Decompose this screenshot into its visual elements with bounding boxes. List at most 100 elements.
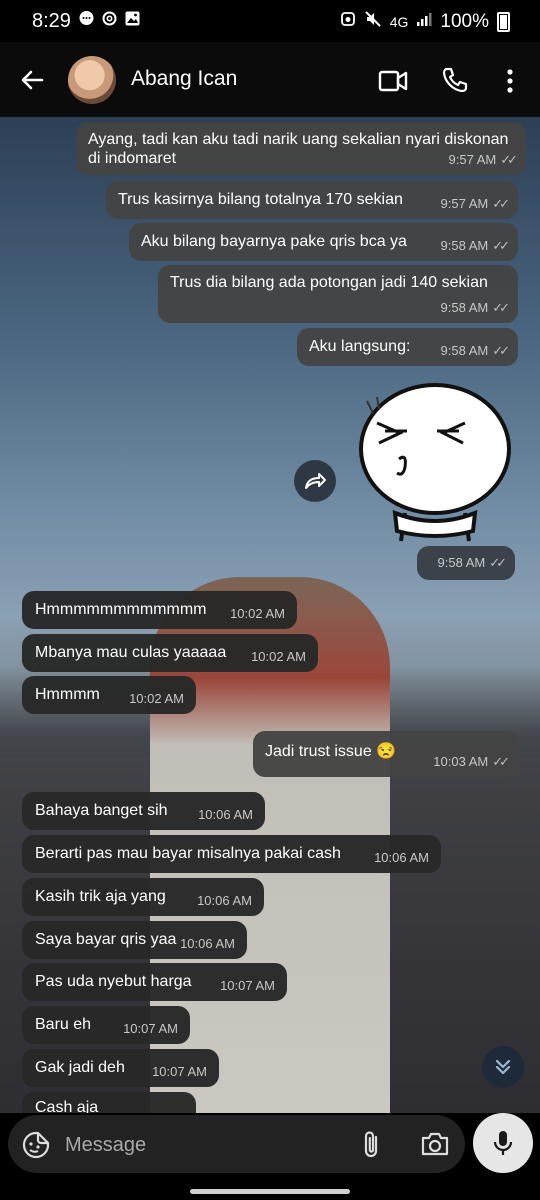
message-bubble-incoming[interactable]: Kasih trik aja yang 10:06 AM <box>22 878 264 916</box>
attach-button[interactable] <box>360 1129 382 1161</box>
read-receipt-icon: ✓✓ <box>492 238 510 253</box>
notification-icons <box>78 10 141 32</box>
message-text: Pas uda nyebut harga <box>35 973 192 990</box>
message-time: 9:58 AM <box>440 238 489 253</box>
message-bubble-outgoing[interactable]: Ayang, tadi kan aku tadi narik uang seka… <box>76 122 526 175</box>
message-time: 10:03 AM <box>433 754 489 769</box>
alarm-icon <box>340 11 356 33</box>
message-text: Hmmmm <box>35 686 100 703</box>
message-text: Baru eh <box>35 1016 92 1033</box>
forward-button[interactable] <box>294 460 336 502</box>
message-text: Berarti pas mau bayar misalnya pakai cas… <box>35 845 341 862</box>
message-text: Trus kasirnya bilang totalnya 170 sekian <box>118 191 403 208</box>
voice-record-button[interactable] <box>473 1113 533 1173</box>
message-time: 10:07 AM <box>220 978 275 993</box>
read-receipt-icon: ✓✓ <box>492 343 510 358</box>
composer-bar <box>0 1113 540 1200</box>
message-bubble-incoming[interactable]: Berarti pas mau bayar misalnya pakai cas… <box>22 835 441 873</box>
message-meta: 9:58 AM ✓✓ <box>440 341 510 360</box>
chat-header: Abang Ican <box>0 42 540 117</box>
message-text: Mbanya mau culas yaaaaa <box>35 644 227 661</box>
message-bubble-outgoing[interactable]: Trus kasirnya bilang totalnya 170 sekian… <box>106 181 518 219</box>
message-text: Hmmmmmmmmmmmm <box>35 601 207 618</box>
message-bubble-incoming-partial[interactable]: Cash aja <box>22 1092 196 1113</box>
scroll-to-bottom-button[interactable] <box>482 1046 524 1088</box>
message-time: 9:57 AM <box>448 152 497 167</box>
message-time: 9:58 AM <box>440 300 489 315</box>
message-text: Trus dia bilang ada potongan jadi 140 se… <box>170 274 488 291</box>
message-bubble-incoming[interactable]: Hmmmm 10:02 AM <box>22 676 196 714</box>
message-bubble-incoming[interactable]: Saya bayar qris yaa 10:06 AM <box>22 921 247 959</box>
signal-icon <box>416 11 432 33</box>
contact-avatar[interactable] <box>68 56 116 104</box>
mic-icon <box>493 1131 513 1155</box>
phone-call-icon <box>442 67 468 93</box>
message-bubble-incoming[interactable]: Baru eh 10:07 AM <box>22 1006 190 1044</box>
message-bubble-incoming[interactable]: Gak jadi deh 10:07 AM <box>22 1049 219 1087</box>
message-input[interactable] <box>63 1123 347 1167</box>
back-arrow-icon <box>21 70 44 90</box>
message-text: Gak jadi deh <box>35 1059 125 1076</box>
battery-percent: 100% <box>440 11 489 32</box>
sticker-meta-bubble: 9:58 AM ✓✓ <box>417 546 515 580</box>
message-time: 10:06 AM <box>197 893 252 908</box>
message-time: 10:07 AM <box>123 1021 178 1036</box>
sticker-button[interactable] <box>22 1131 50 1159</box>
attach-icon <box>364 1131 378 1158</box>
read-receipt-icon: ✓✓ <box>500 152 518 167</box>
double-chevron-down-icon <box>495 1059 511 1075</box>
message-bubble-incoming[interactable]: Hmmmmmmmmmmmm 10:02 AM <box>22 591 297 629</box>
image-icon <box>124 10 141 32</box>
voice-call-button[interactable] <box>441 66 469 94</box>
message-time: 9:58 AM <box>440 343 489 358</box>
chat-bubble-icon <box>78 10 95 32</box>
sticker-message[interactable] <box>355 381 515 546</box>
message-input-container[interactable] <box>8 1115 465 1173</box>
message-text: Cash aja <box>35 1099 99 1113</box>
camera-icon <box>421 1132 449 1156</box>
read-receipt-icon: ✓✓ <box>492 196 510 211</box>
message-time: 9:57 AM <box>440 196 489 211</box>
message-meta: 9:58 AM ✓✓ <box>440 298 510 317</box>
message-time: 10:06 AM <box>374 850 429 865</box>
message-text: Aku bilang bayarnya pake qris bca ya <box>141 233 407 250</box>
message-bubble-outgoing[interactable]: Jadi trust issue 😒 10:03 AM ✓✓ <box>253 731 518 777</box>
status-time: 8:29 <box>32 10 71 32</box>
contact-name[interactable]: Abang Ican <box>131 67 237 91</box>
message-text: Jadi trust issue 😒 <box>265 743 397 760</box>
threads-icon <box>101 10 118 32</box>
read-receipt-icon: ✓✓ <box>492 300 510 315</box>
read-receipt-icon: ✓✓ <box>492 754 510 769</box>
message-bubble-outgoing[interactable]: Aku bilang bayarnya pake qris bca ya 9:5… <box>129 223 518 261</box>
video-call-icon <box>378 70 408 92</box>
message-bubble-incoming[interactable]: Bahaya banget sih 10:06 AM <box>22 792 265 830</box>
message-text: Saya bayar qris yaa <box>35 931 177 948</box>
message-text: Ayang, tadi kan aku tadi narik uang seka… <box>88 131 509 167</box>
message-time: 10:07 AM <box>152 1064 207 1079</box>
message-time: 10:02 AM <box>230 606 285 621</box>
network-type: 4G <box>389 14 409 30</box>
more-options-button[interactable] <box>500 66 520 96</box>
message-meta: 10:03 AM ✓✓ <box>433 752 510 771</box>
message-meta: 9:57 AM ✓✓ <box>440 194 510 213</box>
camera-button[interactable] <box>420 1131 450 1157</box>
message-bubble-outgoing[interactable]: Trus dia bilang ada potongan jadi 140 se… <box>158 265 518 323</box>
message-bubble-incoming[interactable]: Mbanya mau culas yaaaaa 10:02 AM <box>22 634 318 672</box>
home-indicator[interactable] <box>190 1189 350 1194</box>
back-button[interactable] <box>16 64 48 96</box>
system-icons: 4G 100% <box>340 10 510 34</box>
message-text: Kasih trik aja yang <box>35 888 166 905</box>
message-text: Aku langsung: <box>309 338 411 355</box>
sticker-icon <box>22 1131 50 1159</box>
message-bubble-outgoing[interactable]: Aku langsung: 9:58 AM ✓✓ <box>297 328 518 366</box>
read-receipt-icon: ✓✓ <box>489 555 507 570</box>
message-time: 10:06 AM <box>180 936 235 951</box>
message-meta: 9:58 AM ✓✓ <box>440 236 510 255</box>
message-time: 10:02 AM <box>251 649 306 664</box>
message-time: 9:58 AM <box>437 555 486 570</box>
message-bubble-incoming[interactable]: Pas uda nyebut harga 10:07 AM <box>22 963 287 1001</box>
message-meta: 9:57 AM ✓✓ <box>448 150 518 169</box>
video-call-button[interactable] <box>378 68 408 94</box>
status-bar: 8:29 4G 100% <box>0 0 540 42</box>
battery-icon <box>497 12 510 32</box>
